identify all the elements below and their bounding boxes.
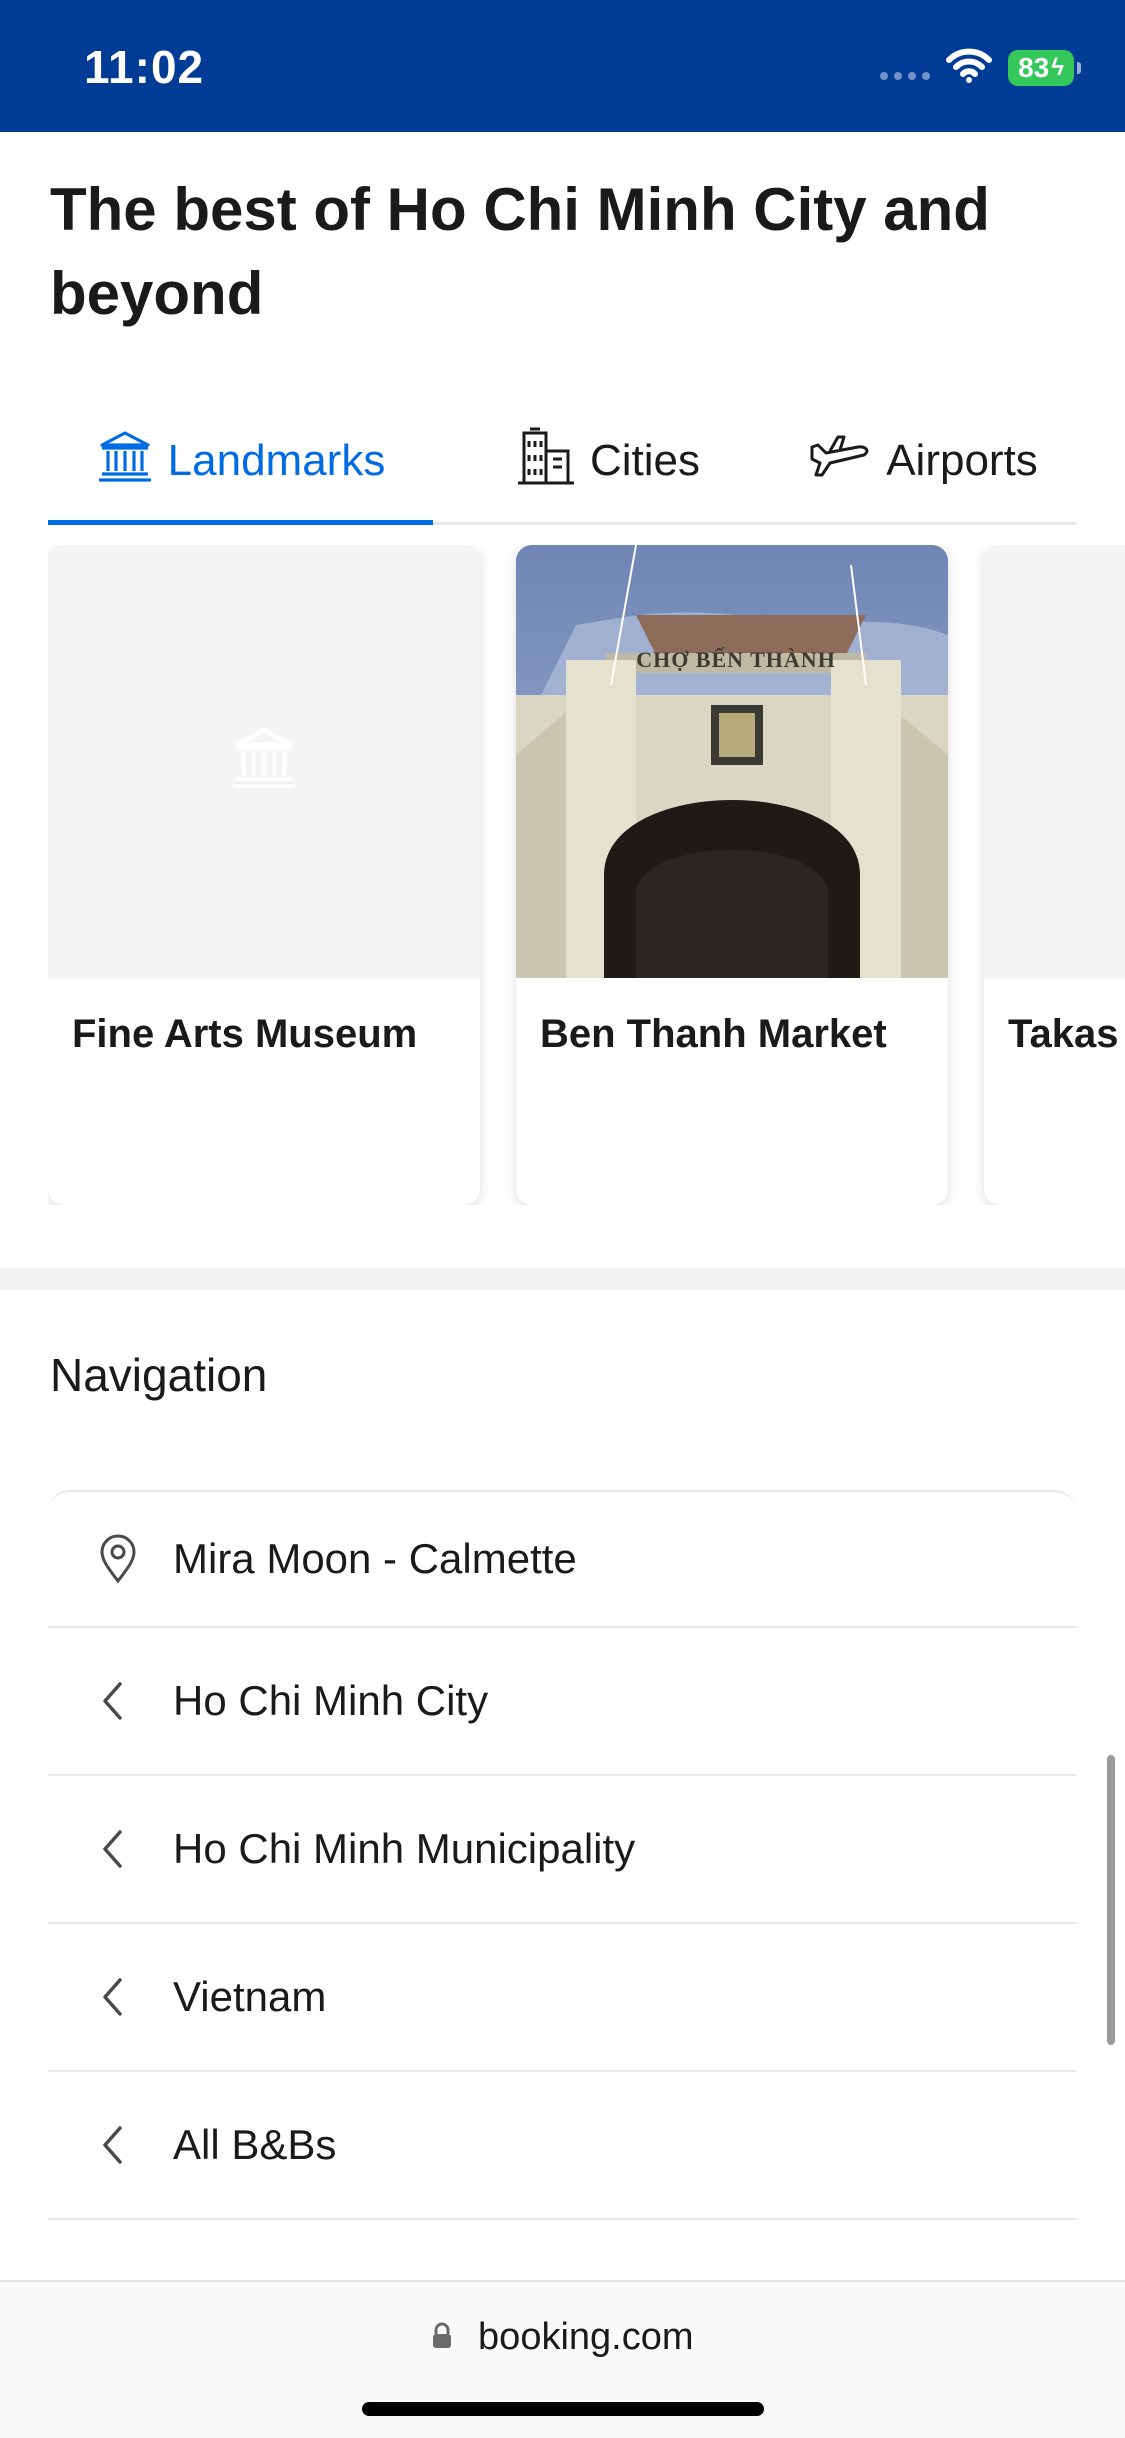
tab-cities[interactable]: Cities [478, 400, 738, 522]
category-tabs: Landmarks Cities Airports [48, 400, 1076, 525]
nav-item-label: Ho Chi Minh City [173, 1677, 489, 1724]
landmark-card[interactable]: Fine Arts Museum [48, 545, 480, 1205]
home-indicator[interactable] [362, 2402, 764, 2416]
map-pin-icon [98, 1534, 168, 1584]
chevron-left-icon [98, 1828, 168, 1870]
wifi-icon [946, 48, 992, 89]
tab-airports-label: Airports [886, 436, 1038, 485]
url-text: booking.com [478, 2316, 694, 2358]
nav-item-label: Mira Moon - Calmette [173, 1535, 577, 1582]
card-title: Ben Thanh Market [540, 1012, 887, 1056]
nav-item-label: Ho Chi Minh Municipality [173, 1825, 636, 1872]
landmark-icon [96, 427, 154, 496]
scrollbar-thumb[interactable] [1107, 1755, 1115, 2045]
nav-item-country[interactable]: Vietnam [48, 1924, 1076, 2072]
nav-item-label: All B&Bs [173, 2121, 337, 2168]
nav-item-label: Vietnam [173, 1973, 327, 2020]
landmark-card[interactable]: CHỢ BẾN THÀNH Ben Thanh Market [516, 545, 948, 1205]
card-title: Fine Arts Museum [72, 1012, 418, 1056]
card-image-placeholder [984, 545, 1125, 978]
chevron-left-icon [98, 1680, 168, 1722]
chevron-left-icon [98, 1976, 168, 2018]
battery-indicator: 83 ϟ [1008, 50, 1074, 86]
nav-item-current-hotel[interactable]: Mira Moon - Calmette [48, 1492, 1076, 1628]
landmark-card[interactable]: Takas Vietna [984, 545, 1125, 1205]
status-bar: 11:02 83 ϟ [0, 0, 1125, 132]
tab-landmarks[interactable]: Landmarks [48, 400, 433, 525]
market-sign: CHỢ BẾN THÀNH [636, 647, 836, 672]
battery-level: 83 [1018, 52, 1050, 83]
airplane-icon [808, 431, 872, 492]
page-title: The best of Ho Chi Minh City and beyond [50, 176, 990, 327]
chevron-left-icon [98, 2124, 168, 2166]
charging-bolt-icon: ϟ [1051, 54, 1064, 81]
market-gate-photo: CHỢ BẾN THÀNH [516, 545, 948, 978]
card-title: Takas Vietna [1008, 1012, 1125, 1056]
browser-bottom-bar: booking.com [0, 2280, 1125, 2438]
city-buildings-icon [516, 425, 576, 498]
nav-item-all-bnbs[interactable]: All B&Bs [48, 2072, 1076, 2220]
lock-icon [431, 2317, 453, 2360]
status-time: 11:02 [84, 41, 205, 93]
placeholder-landmark-icon [232, 728, 296, 789]
tab-landmarks-label: Landmarks [167, 436, 386, 485]
battery-nub [1077, 62, 1081, 74]
navigation-list: Mira Moon - Calmette Ho Chi Minh City Ho… [48, 1490, 1076, 2220]
tab-cities-label: Cities [589, 436, 701, 485]
card-image-placeholder [48, 545, 480, 978]
landmarks-carousel[interactable]: Fine Arts Museum CHỢ BẾN THÀNH Ben Thanh… [48, 545, 1125, 1205]
tab-airports[interactable]: Airports [753, 400, 1093, 522]
nav-item-city[interactable]: Ho Chi Minh City [48, 1628, 1076, 1776]
section-divider [0, 1268, 1125, 1290]
nav-item-municipality[interactable]: Ho Chi Minh Municipality [48, 1776, 1076, 1924]
navigation-heading: Navigation [50, 1349, 268, 1401]
cellular-signal-icon [880, 72, 930, 80]
address-bar[interactable]: booking.com [0, 2316, 1125, 2360]
